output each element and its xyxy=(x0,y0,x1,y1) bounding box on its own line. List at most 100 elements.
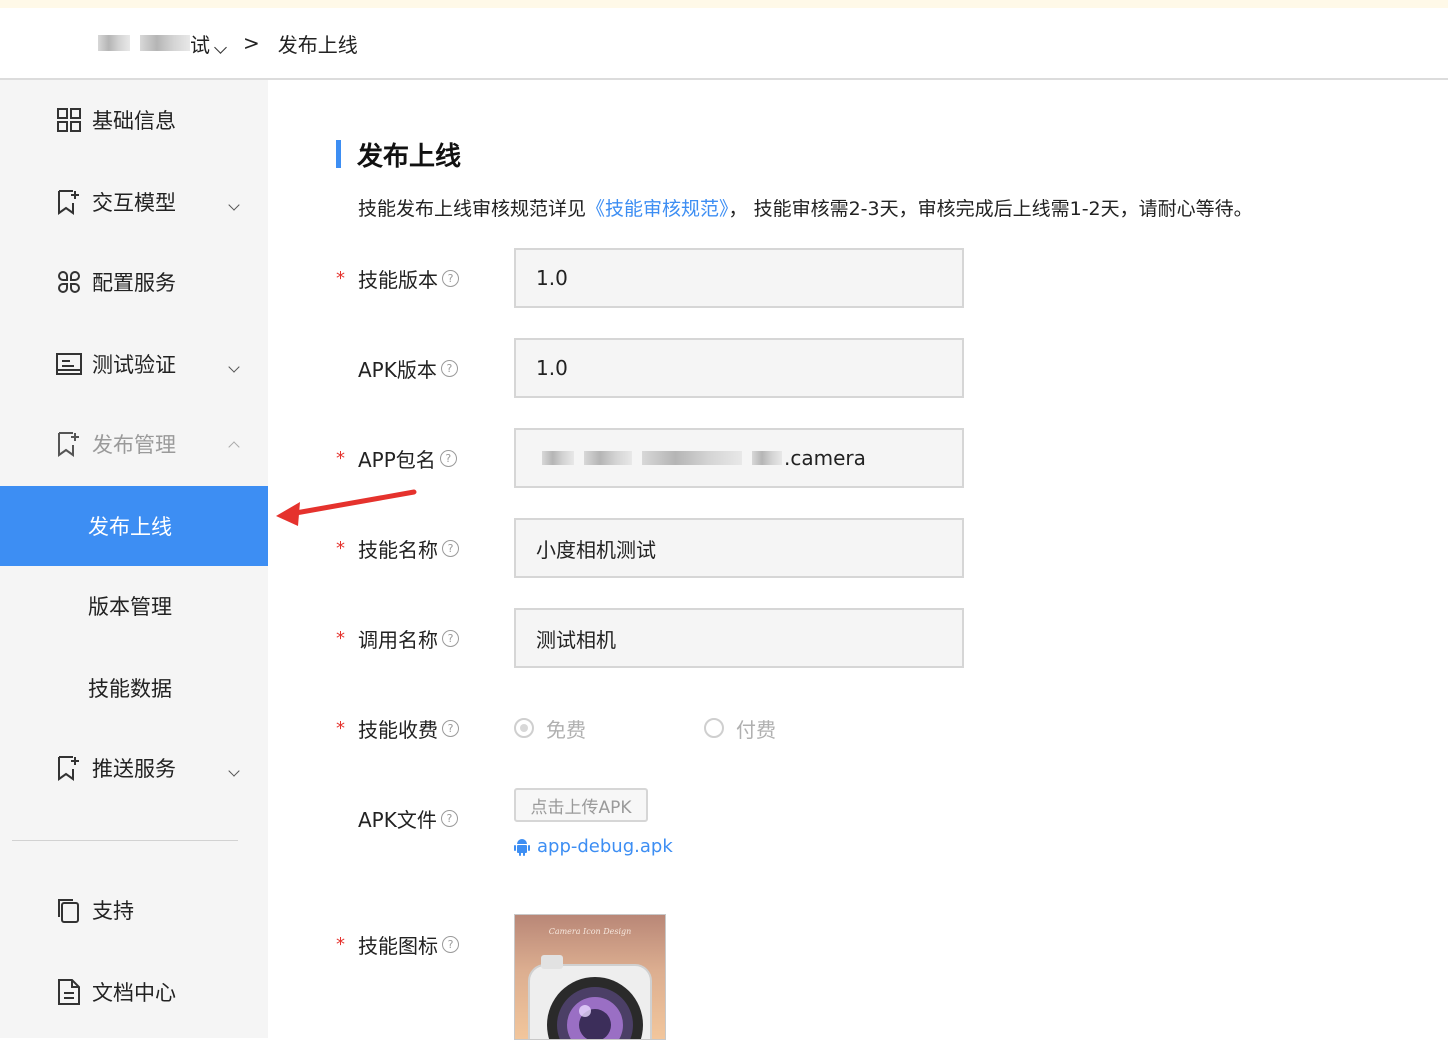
desc-suffix: ， 技能审核需2-3天，审核完成后上线需1-2天，请耐心等待。 xyxy=(728,198,1253,220)
radio-label: 付费 xyxy=(736,717,776,742)
apk-file-link[interactable]: app-debug.apk xyxy=(514,836,673,857)
android-icon xyxy=(514,838,530,856)
sidebar-item-label: 基础信息 xyxy=(92,109,176,133)
clover-icon xyxy=(58,271,80,293)
chevron-down-icon xyxy=(214,40,227,54)
field-label: * 技能名称? xyxy=(336,518,459,578)
sidebar-item-version-management[interactable]: 版本管理 xyxy=(0,566,268,646)
blurred-text xyxy=(642,451,742,465)
sidebar-item-publish-online[interactable]: 发布上线 xyxy=(0,486,268,566)
sidebar-item-support[interactable]: 支持 xyxy=(0,870,268,950)
sidebar-item-label: 发布上线 xyxy=(88,515,172,539)
review-guidelines-link[interactable]: 《技能审核规范》 xyxy=(586,198,729,220)
required-mark: * xyxy=(336,447,345,469)
sidebar-item-basic-info[interactable]: 基础信息 xyxy=(0,80,268,160)
skill-version-input[interactable]: 1.0 xyxy=(514,248,964,308)
sidebar-item-skill-data[interactable]: 技能数据 xyxy=(0,648,268,728)
page-title: 发布上线 xyxy=(336,140,461,172)
sidebar-item-label: 推送服务 xyxy=(92,757,176,781)
sidebar-item-push-service[interactable]: 推送服务 xyxy=(0,728,268,808)
chevron-down-icon xyxy=(228,352,240,376)
help-icon[interactable]: ? xyxy=(442,719,459,737)
radio-button-selected xyxy=(514,718,534,738)
sidebar-item-test-verify[interactable]: 测试验证 xyxy=(0,324,268,404)
field-label: APK版本? xyxy=(336,338,458,398)
required-mark: * xyxy=(336,627,345,649)
breadcrumb: 试 > 发布上线 xyxy=(98,8,358,78)
field-label-text: 技能名称 xyxy=(358,537,438,562)
top-strip xyxy=(0,0,1448,8)
field-label-text: APP包名 xyxy=(358,447,436,472)
sidebar-item-config-service[interactable]: 配置服务 xyxy=(0,242,268,322)
sidebar-item-interaction-model[interactable]: 交互模型 xyxy=(0,162,268,242)
sidebar-item-label: 文档中心 xyxy=(92,981,176,1005)
package-suffix: .camera xyxy=(784,446,866,470)
breadcrumb-parent[interactable]: 试 xyxy=(190,29,227,58)
invoke-name-input[interactable]: 测试相机 xyxy=(514,608,964,668)
form-row-skill-version: * 技能版本? 1.0 xyxy=(268,248,1448,308)
help-icon[interactable]: ? xyxy=(439,449,457,467)
blurred-text xyxy=(98,35,130,51)
bookmark-plus-icon xyxy=(58,190,79,215)
apk-version-input[interactable]: 1.0 xyxy=(514,338,964,398)
radio-paid[interactable]: 付费 xyxy=(704,714,776,743)
sidebar-item-label: 技能数据 xyxy=(88,677,172,701)
form-row-apk-version: APK版本? 1.0 xyxy=(268,338,1448,398)
radio-free[interactable]: 免费 xyxy=(514,714,704,743)
sidebar-item-label: 发布管理 xyxy=(92,433,176,457)
help-icon[interactable]: ? xyxy=(442,935,459,953)
radio-label: 免费 xyxy=(546,717,586,742)
title-accent-bar xyxy=(336,140,341,168)
list-box-icon xyxy=(56,353,82,375)
form-row-invoke-name: * 调用名称? 测试相机 xyxy=(268,608,1448,668)
chevron-down-icon xyxy=(228,190,240,214)
field-label: * 调用名称? xyxy=(336,608,459,668)
chevron-up-icon xyxy=(228,432,240,456)
help-icon[interactable]: ? xyxy=(440,359,458,377)
field-label-text: APK文件 xyxy=(358,807,437,832)
apk-file-name: app-debug.apk xyxy=(537,836,673,857)
document-icon xyxy=(58,979,80,1005)
radio-button xyxy=(704,718,724,738)
upload-apk-button[interactable]: 点击上传APK xyxy=(514,788,648,822)
help-icon[interactable]: ? xyxy=(440,809,458,827)
required-mark: * xyxy=(336,933,345,955)
main-content: 发布上线 技能发布上线审核规范详见《技能审核规范》， 技能审核需2-3天，审核完… xyxy=(268,80,1448,1040)
sidebar-item-doc-center[interactable]: 文档中心 xyxy=(0,952,268,1032)
sidebar-item-release-management[interactable]: 发布管理 xyxy=(0,404,268,484)
form-row-skill-icon: * 技能图标? xyxy=(268,914,1448,974)
required-mark: * xyxy=(336,267,345,289)
top-bar: 试 > 发布上线 xyxy=(0,8,1448,80)
sidebar-divider xyxy=(12,840,238,841)
field-label: * 技能版本? xyxy=(336,248,459,308)
app-package-input[interactable]: .camera xyxy=(514,428,964,488)
form-row-skill-name: * 技能名称? 小度相机测试 xyxy=(268,518,1448,578)
sidebar-item-label: 测试验证 xyxy=(92,353,176,377)
help-icon[interactable]: ? xyxy=(442,539,459,557)
sidebar-item-label: 支持 xyxy=(92,899,134,923)
field-label-text: 调用名称 xyxy=(358,627,438,652)
field-label: * APP包名? xyxy=(336,428,457,488)
skill-name-input[interactable]: 小度相机测试 xyxy=(514,518,964,578)
form-row-apk-file: APK文件? xyxy=(268,788,1448,848)
camera-icon xyxy=(528,955,652,1039)
help-icon[interactable]: ? xyxy=(442,269,459,287)
breadcrumb-separator: > xyxy=(243,31,260,55)
blurred-text xyxy=(140,35,190,51)
sidebar-item-label: 配置服务 xyxy=(92,271,176,295)
skill-icon-image[interactable]: Camera Icon Design xyxy=(514,914,666,1040)
field-label: * 技能图标? xyxy=(336,914,459,974)
review-description: 技能发布上线审核规范详见《技能审核规范》， 技能审核需2-3天，审核完成后上线需… xyxy=(358,194,1253,221)
field-label: * 技能收费? xyxy=(336,698,459,758)
copy-icon xyxy=(58,899,79,923)
form-row-app-package: * APP包名? .camera xyxy=(268,428,1448,488)
breadcrumb-current: 发布上线 xyxy=(277,32,358,57)
required-mark: * xyxy=(336,717,345,739)
help-icon[interactable]: ? xyxy=(442,629,459,647)
sidebar-item-label: 版本管理 xyxy=(88,595,172,619)
field-label-text: 技能收费 xyxy=(358,717,438,742)
field-label-text: APK版本 xyxy=(358,357,437,382)
grid-icon xyxy=(57,108,81,132)
form-row-skill-charge: * 技能收费? 免费 付费 xyxy=(268,698,1448,758)
breadcrumb-parent-label: 试 xyxy=(190,32,210,57)
